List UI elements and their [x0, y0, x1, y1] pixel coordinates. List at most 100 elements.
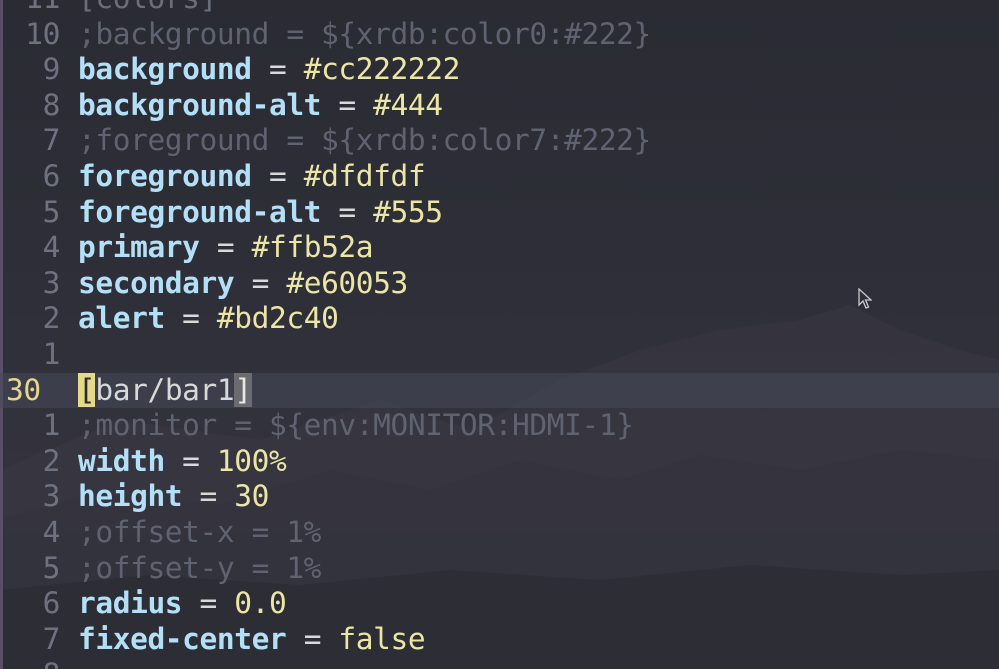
setting-key: height [78, 479, 183, 514]
setting-value: #ffb52a [251, 230, 374, 265]
code-lines: 11[colors]10;background = ${xrdb:color0:… [0, 0, 999, 669]
line-number: 4 [42, 230, 61, 265]
setting-key: width [78, 443, 165, 478]
code-line[interactable]: 6 radius = 0.0 [0, 586, 999, 622]
line-content: ;offset-y = 1% [78, 551, 321, 587]
setting-key: background-alt [78, 87, 322, 122]
line-number: 9 [42, 52, 61, 87]
setting-key: secondary [78, 265, 235, 300]
setting-key: primary [78, 230, 200, 265]
arrow-cursor-icon [858, 288, 872, 309]
setting-value: #bd2c40 [216, 301, 339, 336]
comment-text: ;background = ${xrdb:color0:#222} [78, 16, 651, 51]
code-line[interactable]: 2 width = 100% [0, 444, 999, 480]
code-line[interactable]: 7 fixed-center = false [0, 622, 999, 658]
comment-text: ;foreground = ${xrdb:color7:#222} [78, 123, 651, 158]
line-content: [colors] [78, 0, 217, 17]
code-line[interactable]: 10 ;background = ${xrdb:color0:#222} [0, 17, 999, 53]
line-content: ;background = ${xrdb:color0:#222} [78, 17, 651, 53]
setting-value: #cc222222 [303, 52, 461, 87]
line-number: 1 [42, 408, 61, 443]
line-number: 4 [42, 514, 61, 549]
code-line[interactable]: 4 ;offset-x = 1% [0, 515, 999, 551]
assign-operator: = [182, 586, 235, 621]
line-number: 5 [42, 194, 61, 229]
line-content: height = 30 [78, 479, 269, 515]
setting-key: fixed-center [78, 621, 287, 656]
comment-text: ;offset-x = 1% [78, 514, 322, 549]
assign-operator: = [164, 443, 217, 478]
line-content: background-alt = #444 [78, 88, 443, 124]
line-number: 3 [42, 479, 61, 514]
code-line[interactable]: 5 foreground-alt = #555 [0, 195, 999, 231]
setting-key: background [78, 52, 252, 87]
line-content: ;foreground = ${xrdb:color7:#222} [78, 123, 651, 159]
line-number: 8 [42, 87, 61, 122]
setting-key: radius [78, 586, 183, 621]
code-line[interactable]: 9 background = #cc222222 [0, 52, 999, 88]
line-number: 7 [42, 621, 61, 656]
line-number: 6 [42, 158, 61, 193]
assign-operator: = [286, 621, 339, 656]
line-content: alert = #bd2c40 [78, 301, 339, 337]
text-editor[interactable]: 11[colors]10;background = ${xrdb:color0:… [0, 0, 999, 669]
setting-value: false [338, 621, 426, 656]
code-line[interactable]: 6 foreground = #dfdfdf [0, 159, 999, 195]
setting-value: #dfdfdf [303, 158, 426, 193]
line-number: 11 [0, 0, 60, 17]
line-content: ;offset-x = 1% [78, 515, 321, 551]
setting-key: foreground-alt [78, 194, 322, 229]
line-number: 1 [42, 336, 61, 371]
line-content: primary = #ffb52a [78, 230, 374, 266]
line-number: 2 [42, 301, 61, 336]
text-cursor: [ [78, 372, 96, 407]
line-content: foreground-alt = #555 [78, 195, 443, 231]
line-content: width = 100% [78, 443, 287, 480]
line-content: fixed-center = false [78, 621, 426, 658]
assign-operator: = [321, 194, 374, 229]
setting-value: 0.0 [234, 586, 287, 621]
line-content: background = #cc222222 [78, 52, 460, 88]
line-number: 5 [42, 550, 61, 585]
code-line[interactable]: 2 alert = #bd2c40 [0, 301, 999, 337]
line-number: 7 [42, 123, 61, 158]
line-number: 30 [6, 372, 41, 407]
code-line[interactable]: 4 primary = #ffb52a [0, 230, 999, 266]
current-line[interactable]: 30 [bar/bar1] [0, 372, 999, 409]
line-content: foreground = #dfdfdf [78, 158, 426, 195]
line-number: 3 [42, 265, 61, 300]
matching-bracket: ] [234, 372, 252, 407]
line-number: 8 [0, 657, 61, 669]
code-line[interactable]: 5 ;offset-y = 1% [0, 551, 999, 587]
code-line[interactable]: 3 height = 30 [0, 479, 999, 515]
line-content: secondary = #e60053 [78, 266, 408, 302]
setting-value: #555 [373, 194, 443, 229]
assign-operator: = [251, 52, 304, 87]
assign-operator: = [164, 301, 217, 336]
setting-value: 100% [216, 443, 287, 478]
assign-operator: = [199, 230, 252, 265]
code-line[interactable]: 11 [colors] [0, 0, 999, 17]
line-number: 2 [42, 443, 61, 478]
section-name: bar/bar1 [95, 372, 235, 407]
section-header: [colors] [78, 0, 217, 15]
comment-text: ;monitor = ${env:MONITOR:HDMI-1} [78, 408, 634, 443]
setting-value: #444 [373, 87, 443, 122]
setting-key: alert [78, 301, 165, 336]
code-line[interactable]: 8 background-alt = #444 [0, 88, 999, 124]
code-line[interactable]: 1 ;monitor = ${env:MONITOR:HDMI-1} [0, 408, 999, 444]
line-content: [bar/bar1] [78, 372, 252, 409]
assign-operator: = [321, 87, 374, 122]
code-line[interactable]: 1 [0, 337, 999, 373]
line-content: ;monitor = ${env:MONITOR:HDMI-1} [78, 408, 634, 444]
setting-value: 30 [234, 479, 269, 514]
assign-operator: = [234, 265, 287, 300]
assign-operator: = [251, 158, 304, 193]
setting-value: #e60053 [286, 265, 408, 300]
code-line[interactable]: 8 [0, 657, 999, 669]
code-line[interactable]: 3 secondary = #e60053 [0, 266, 999, 302]
line-content: radius = 0.0 [78, 586, 287, 622]
line-number: 10 [25, 16, 60, 51]
setting-key: foreground [78, 158, 252, 193]
code-line[interactable]: 7 ;foreground = ${xrdb:color7:#222} [0, 123, 999, 159]
